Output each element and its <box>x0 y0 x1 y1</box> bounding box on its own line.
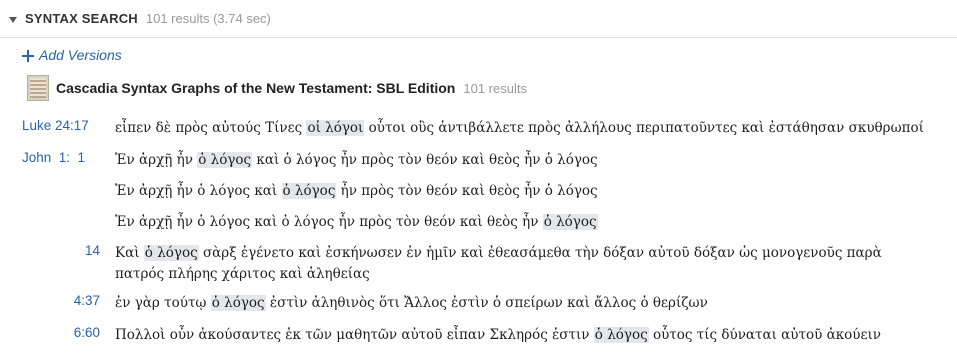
syntax-search-header[interactable]: SYNTAX SEARCH 101 results (3.74 sec) <box>0 0 957 38</box>
verse-reference[interactable]: Luke 24:17 <box>22 118 104 133</box>
add-versions-label: Add Versions <box>39 47 122 63</box>
collapse-arrow-icon[interactable] <box>9 16 17 23</box>
search-hit: οἱ λόγοι <box>306 120 365 136</box>
verse-reference[interactable]: 4:37 <box>74 293 100 308</box>
search-hit: ὁ λόγος <box>210 295 266 311</box>
verse-reference[interactable]: John 1: 1 <box>22 150 104 165</box>
verse-text[interactable]: Πολλοὶ οὖν ἀκούσαντες ἐκ τῶν μαθητῶν αὐτ… <box>115 325 935 346</box>
resource-result-count: 101 results <box>463 80 527 96</box>
section-title: SYNTAX SEARCH <box>25 11 138 26</box>
verse-reference[interactable]: 6:60 <box>74 325 100 340</box>
verse-text[interactable]: ἐν γὰρ τούτῳ ὁ λόγος ἐστὶν ἀληθινὸς ὅτι … <box>115 293 935 314</box>
resource-title[interactable]: Cascadia Syntax Graphs of the New Testam… <box>56 80 455 96</box>
verse-reference[interactable]: 14 <box>85 243 100 258</box>
search-hit: ὁ λόγος <box>143 245 199 261</box>
search-hit: ὁ λόγος <box>542 214 598 230</box>
add-versions-link[interactable]: Add Versions <box>22 45 122 65</box>
plus-icon <box>22 50 34 62</box>
result-count: 101 results (3.74 sec) <box>145 11 271 26</box>
verse-text[interactable]: εἶπεν δὲ πρὸς αὐτούς Τίνες οἱ λόγοι οὗτο… <box>115 118 935 139</box>
search-hit: ὁ λόγος <box>197 152 253 168</box>
book-cover-icon[interactable] <box>27 75 49 101</box>
verse-text[interactable]: Καὶ ὁ λόγος σὰρξ ἐγένετο καὶ ἐσκήνωσεν ἐ… <box>115 243 935 285</box>
verse-text[interactable]: Ἐν ἀρχῇ ἦν ὁ λόγος καὶ ὁ λόγος ἦν πρὸς τ… <box>115 181 935 202</box>
resource-header: Cascadia Syntax Graphs of the New Testam… <box>27 75 527 101</box>
search-hit: ὁ λόγος <box>281 183 337 199</box>
verse-text[interactable]: Ἐν ἀρχῇ ἦν ὁ λόγος καὶ ὁ λόγος ἦν πρὸς τ… <box>115 212 935 233</box>
verse-text[interactable]: Ἐν ἀρχῇ ἦν ὁ λόγος καὶ ὁ λόγος ἦν πρὸς τ… <box>115 150 935 171</box>
search-hit: ὁ λόγος <box>593 327 649 343</box>
